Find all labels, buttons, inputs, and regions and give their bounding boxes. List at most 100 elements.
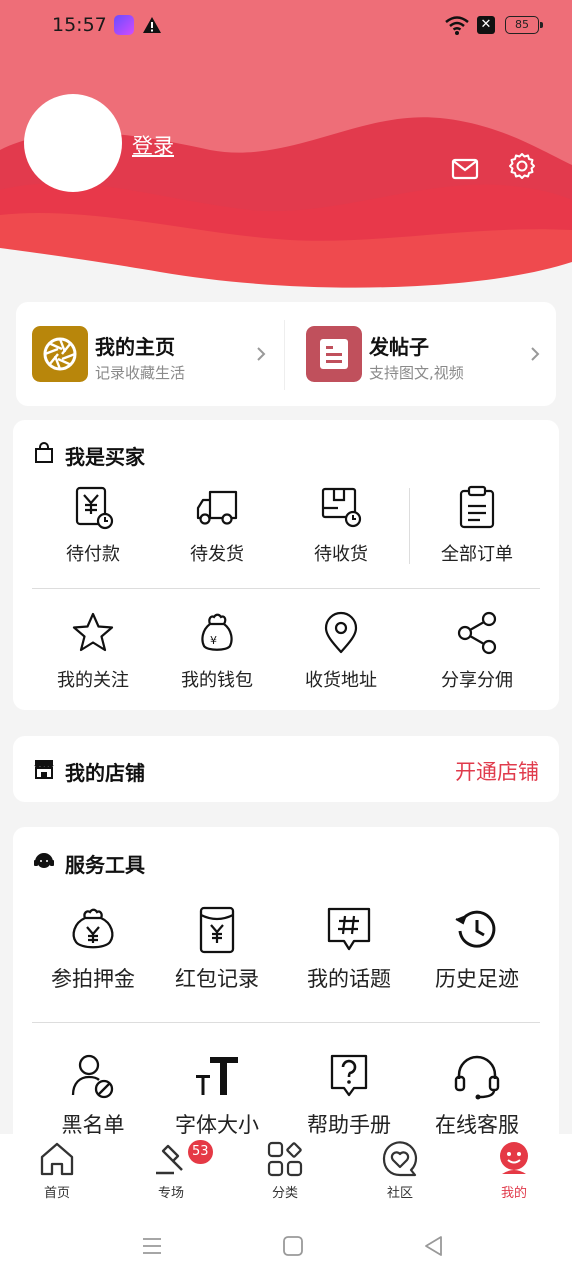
warning-icon	[143, 17, 161, 33]
divider	[32, 1022, 540, 1023]
post-title: 发帖子	[369, 335, 429, 359]
my-wallet[interactable]: ¥ 我的钱包	[157, 610, 277, 692]
post-icon	[306, 326, 362, 382]
help-icon	[330, 1054, 368, 1097]
my-follows[interactable]: 我的关注	[33, 610, 153, 692]
shopping-bag-icon	[35, 442, 53, 463]
customer-service-icon	[34, 853, 54, 868]
status-bar: 15:57 ✕ 85	[0, 0, 572, 52]
wifi-icon	[445, 16, 469, 35]
shipping-address[interactable]: 收货地址	[281, 610, 401, 692]
clipboard-icon	[459, 485, 495, 529]
order-label: 全部订单	[441, 544, 513, 565]
mail-icon[interactable]	[451, 157, 479, 181]
svg-text:¥: ¥	[210, 634, 217, 647]
shop-icon	[34, 760, 54, 779]
tab-category[interactable]: 分类	[228, 1140, 342, 1201]
menu-icon[interactable]	[140, 1234, 164, 1258]
online-support[interactable]: 在线客服	[417, 1051, 537, 1139]
aperture-icon	[32, 326, 88, 382]
open-shop-link[interactable]: 开通店铺	[455, 756, 539, 786]
post-subtitle: 支持图文,视频	[369, 364, 464, 382]
battery-indicator: 85	[505, 16, 543, 34]
link-label: 我的关注	[57, 670, 129, 691]
red-packet-icon	[199, 906, 235, 954]
profile-header: 15:57 ✕ 85 登录	[0, 0, 572, 300]
share-commission[interactable]: 分享分佣	[417, 610, 537, 692]
link-label: 收货地址	[305, 670, 377, 691]
order-label: 待发货	[190, 544, 244, 565]
pending-payment-icon	[75, 486, 114, 530]
tab-label: 首页	[43, 1186, 70, 1201]
notification-badge: 53	[188, 1140, 213, 1164]
package-clock-icon	[321, 487, 362, 528]
mine-face-icon	[500, 1142, 528, 1174]
tab-mine[interactable]: 我的	[457, 1140, 571, 1201]
home-icon	[40, 1142, 74, 1176]
star-icon	[72, 612, 114, 652]
tool-label: 我的话题	[307, 967, 391, 991]
tab-home[interactable]: 首页	[0, 1140, 114, 1201]
blocked-user-icon	[71, 1054, 114, 1099]
tab-community[interactable]: 社区	[343, 1140, 457, 1201]
quick-actions-card: 我的主页 记录收藏生活 发帖子 支持图文,视频	[16, 302, 556, 406]
share-icon	[457, 611, 497, 655]
all-orders[interactable]: 全部订单	[417, 484, 537, 566]
no-sim-icon: ✕	[477, 16, 495, 34]
blacklist[interactable]: 黑名单	[33, 1051, 153, 1139]
home-square-icon[interactable]	[281, 1234, 305, 1258]
category-icon	[267, 1141, 303, 1177]
bottom-tab-bar: 首页 专场 53 分类 社区 我的	[0, 1134, 572, 1210]
divider	[284, 320, 285, 390]
order-pending-receipt[interactable]: 待收货	[281, 484, 401, 566]
my-topics[interactable]: 我的话题	[289, 905, 409, 993]
tab-label: 分类	[271, 1186, 298, 1201]
login-link[interactable]: 登录	[132, 130, 174, 160]
tab-label: 我的	[500, 1186, 527, 1201]
avatar[interactable]	[24, 94, 122, 192]
tab-label: 社区	[386, 1186, 413, 1201]
divider	[32, 588, 540, 589]
link-label: 分享分佣	[441, 670, 513, 691]
order-label: 待收货	[314, 544, 368, 565]
my-homepage-entry[interactable]: 我的主页 记录收藏生活	[16, 302, 284, 406]
tab-label: 专场	[157, 1186, 184, 1201]
help-manual[interactable]: 帮助手册	[289, 1051, 409, 1139]
order-label: 待付款	[66, 544, 120, 565]
buyer-title: 我是买家	[65, 445, 145, 469]
tool-label: 红包记录	[175, 967, 259, 991]
headset-icon	[454, 1055, 500, 1100]
homepage-subtitle: 记录收藏生活	[95, 364, 186, 382]
history-icon	[455, 910, 496, 948]
chevron-right-icon	[257, 347, 266, 361]
order-pending-shipment[interactable]: 待发货	[157, 484, 277, 566]
chevron-right-icon	[531, 347, 540, 361]
back-triangle-icon[interactable]	[422, 1234, 446, 1258]
tools-title: 服务工具	[65, 853, 145, 877]
homepage-title: 我的主页	[95, 335, 175, 359]
tool-label: 参拍押金	[51, 967, 135, 991]
font-size[interactable]: 字体大小	[157, 1051, 277, 1139]
auction-hammer-icon	[156, 1144, 183, 1175]
my-shop-card: 我的店铺 开通店铺	[13, 736, 559, 802]
post-entry[interactable]: 发帖子 支持图文,视频	[290, 302, 558, 406]
gear-icon[interactable]	[508, 152, 536, 180]
tool-label: 历史足迹	[435, 967, 519, 991]
link-label: 我的钱包	[181, 670, 253, 691]
divider	[409, 488, 410, 564]
clock: 15:57	[52, 14, 107, 36]
my-page: 15:57 ✕ 85 登录 我的主页 记录收藏生活 发帖子 支持图文,视频 我是…	[0, 0, 572, 1280]
buyer-card: 我是买家 待付款 待发货 待收货 全部订单 我的关注 ¥ 我的钱包 收货地址 分…	[13, 420, 559, 710]
system-navigation-bar	[0, 1210, 572, 1280]
order-pending-payment[interactable]: 待付款	[33, 484, 153, 566]
location-pin-icon	[324, 611, 358, 654]
shop-title: 我的店铺	[65, 761, 145, 785]
truck-icon	[196, 490, 238, 525]
deposit-bag-icon	[72, 908, 114, 949]
auction-deposit[interactable]: 参拍押金	[33, 905, 153, 993]
money-bag-icon: ¥	[201, 613, 233, 651]
community-heart-icon	[382, 1141, 418, 1177]
app-notification-icon	[114, 15, 134, 35]
red-packet-record[interactable]: 红包记录	[157, 905, 277, 993]
history-footprint[interactable]: 历史足迹	[417, 905, 537, 993]
